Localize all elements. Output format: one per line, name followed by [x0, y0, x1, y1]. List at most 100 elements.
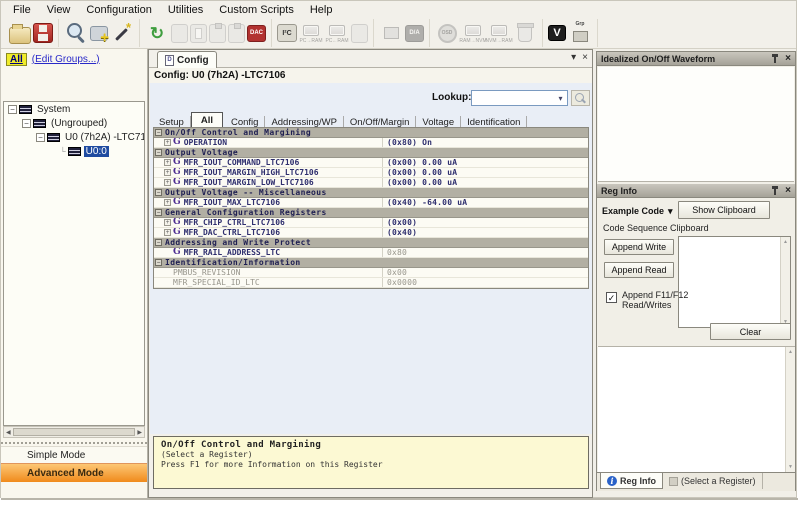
- edit-groups-link[interactable]: (Edit Groups...): [32, 54, 100, 65]
- register-row-mfr-rail-address-ltc[interactable]: +GMFR_RAIL_ADDRESS_LTC0x80: [154, 248, 588, 258]
- append-read-button[interactable]: Append Read: [604, 262, 674, 278]
- lookup-search-button[interactable]: [571, 90, 590, 106]
- register-name: MFR_IOUT_MAX_LTC7106: [184, 198, 280, 207]
- register-help-box: On/Off Control and Margining (Select a R…: [153, 436, 589, 489]
- expand-icon[interactable]: +: [164, 199, 171, 206]
- i2c-utility-button[interactable]: I²C: [277, 24, 297, 42]
- waveform-panel-header: Idealized On/Off Waveform ×: [597, 52, 795, 66]
- tree-node-system[interactable]: −System: [4, 102, 144, 116]
- register-row-pmbus-revision[interactable]: +PMBUS_REVISION0x00: [154, 268, 588, 278]
- tree-horizontal-scrollbar[interactable]: ◀ ▶: [3, 426, 145, 438]
- tree-node-u0-7h2a-ltc7106[interactable]: −U0 (7h2A) -LTC7106: [4, 130, 144, 144]
- chip-label: NVM→RAM: [485, 39, 512, 44]
- advanced-mode-item[interactable]: Advanced Mode: [1, 463, 147, 482]
- register-row-mfr-chip-ctrl-ltc7106[interactable]: +GMFR_CHIP_CTRL_LTC7106(0x00): [154, 218, 588, 228]
- register-name: MFR_IOUT_COMMAND_LTC7106: [184, 158, 300, 167]
- group-commands-button[interactable]: Grp: [568, 21, 592, 45]
- example-code-dropdown[interactable]: Example Code ▾: [602, 203, 676, 219]
- tree-collapse-icon[interactable]: −: [22, 119, 31, 128]
- clear-button[interactable]: Clear: [710, 323, 791, 340]
- go-online-button[interactable]: ↻: [145, 21, 169, 45]
- row-gutter: [154, 158, 164, 167]
- tree-collapse-icon[interactable]: −: [36, 133, 45, 142]
- scroll-right-icon[interactable]: ▶: [137, 429, 142, 436]
- tree-node-u0-0[interactable]: └U0:0: [4, 144, 144, 158]
- menu-help[interactable]: Help: [302, 3, 341, 17]
- clipboard-scrollbar[interactable]: ▲▼: [780, 237, 790, 327]
- show-clipboard-button[interactable]: Show Clipboard: [678, 201, 770, 219]
- register-row-mfr-iout-command-ltc7106[interactable]: +GMFR_IOUT_COMMAND_LTC7106(0x00) 0.00 uA: [154, 158, 588, 168]
- open-config-button[interactable]: [9, 27, 31, 44]
- expand-icon[interactable]: +: [164, 169, 171, 176]
- row-gutter: [154, 248, 164, 257]
- expand-icon[interactable]: +: [164, 139, 171, 146]
- register-group-header[interactable]: −Output Voltage: [154, 148, 588, 158]
- register-group-header[interactable]: −On/Off Control and Margining: [154, 128, 588, 138]
- scroll-left-icon[interactable]: ◀: [6, 429, 11, 436]
- menu-utilities[interactable]: Utilities: [160, 3, 211, 17]
- register-group-header[interactable]: −Output Voltage -- Miscellaneous: [154, 188, 588, 198]
- tree-node-ungrouped[interactable]: −(Ungrouped): [4, 116, 144, 130]
- register-row-mfr-iout-margin-low-ltc7106[interactable]: +GMFR_IOUT_MARGIN_LOW_LTC7106(0x00) 0.00…: [154, 178, 588, 188]
- reg-info-scrollbar[interactable]: ▲▼: [785, 347, 795, 472]
- pin-icon[interactable]: [771, 54, 779, 63]
- register-group-header[interactable]: −Addressing and Write Protect: [154, 238, 588, 248]
- toolbar-group: [4, 19, 59, 47]
- close-icon[interactable]: ×: [785, 186, 791, 196]
- menu-custom-scripts[interactable]: Custom Scripts: [211, 3, 302, 17]
- icon-glyph: ↻: [150, 25, 164, 42]
- close-icon[interactable]: ×: [785, 54, 791, 64]
- all-groups-badge[interactable]: All: [6, 53, 27, 66]
- expand-icon[interactable]: +: [164, 179, 171, 186]
- group-collapse-icon[interactable]: −: [155, 149, 162, 156]
- register-group-header[interactable]: −General Configuration Registers: [154, 208, 588, 218]
- toolbar-group: OSDRAM→NVMNVM→RAM: [430, 19, 543, 47]
- register-row-operation[interactable]: +GOPERATION(0x80) On: [154, 138, 588, 148]
- register-row-mfr-iout-margin-high-ltc7106[interactable]: +GMFR_IOUT_MARGIN_HIGH_LTC7106(0x00) 0.0…: [154, 168, 588, 178]
- dock-tab-select-a-register[interactable]: (Select a Register): [663, 473, 763, 489]
- lookup-input[interactable]: ▾: [471, 90, 568, 106]
- config-wizard-button[interactable]: [110, 21, 134, 45]
- document-window-buttons: ▾ ×: [571, 52, 588, 63]
- global-register-icon: G: [173, 248, 181, 257]
- simple-mode-item[interactable]: Simple Mode: [1, 446, 147, 463]
- save-config-button[interactable]: [33, 23, 53, 43]
- row-gutter: [154, 178, 164, 187]
- register-name-cell: +PMBUS_REVISION: [164, 268, 383, 277]
- menu-view[interactable]: View: [39, 3, 79, 17]
- expand-icon[interactable]: +: [164, 159, 171, 166]
- register-row-mfr-dac-ctrl-ltc7106[interactable]: +GMFR_DAC_CTRL_LTC7106(0x40): [154, 228, 588, 238]
- register-group-header[interactable]: −Identification/Information: [154, 258, 588, 268]
- code-sequence-clipboard-textarea[interactable]: ▲▼: [678, 236, 791, 328]
- group-collapse-icon[interactable]: −: [155, 259, 162, 266]
- tree-collapse-icon[interactable]: −: [8, 105, 17, 114]
- expand-icon[interactable]: +: [164, 219, 171, 226]
- close-icon[interactable]: ×: [582, 52, 588, 63]
- group-collapse-icon[interactable]: −: [155, 239, 162, 246]
- chevron-down-icon: ▾: [668, 206, 673, 217]
- waveform-panel-body: [598, 67, 794, 182]
- group-collapse-icon[interactable]: −: [155, 189, 162, 196]
- vout-display-button[interactable]: V: [548, 25, 566, 41]
- find-register-button[interactable]: [64, 21, 88, 45]
- append-f11-f12-checkbox[interactable]: ✓: [606, 292, 617, 303]
- info-icon: i: [607, 476, 617, 486]
- register-row-mfr-iout-max-ltc7106[interactable]: +GMFR_IOUT_MAX_LTC7106(0x40) -64.00 uA: [154, 198, 588, 208]
- group-collapse-icon[interactable]: −: [155, 129, 162, 136]
- add-device-button[interactable]: [90, 26, 108, 41]
- expand-icon[interactable]: +: [164, 229, 171, 236]
- scrollbar-thumb[interactable]: [13, 428, 136, 436]
- dac-utility-button[interactable]: DAC: [247, 25, 266, 42]
- icon-glyph: DAC: [250, 30, 263, 36]
- dock-tab-reg-info[interactable]: iReg Info: [600, 473, 663, 489]
- register-row-mfr-special-id-ltc[interactable]: +MFR_SPECIAL_ID_LTC0x0000: [154, 278, 588, 288]
- append-write-button[interactable]: Append Write: [604, 239, 674, 255]
- chevron-down-icon[interactable]: ▾: [554, 91, 567, 105]
- pin-icon[interactable]: [771, 186, 779, 195]
- config-tab[interactable]: D Config: [157, 51, 217, 68]
- dock-menu-icon[interactable]: ▾: [571, 52, 576, 63]
- append-f11-f12-label: Append F11/F12 Read/Writes: [622, 290, 688, 310]
- menu-file[interactable]: File: [5, 3, 39, 17]
- menu-configuration[interactable]: Configuration: [78, 3, 159, 17]
- group-collapse-icon[interactable]: −: [155, 209, 162, 216]
